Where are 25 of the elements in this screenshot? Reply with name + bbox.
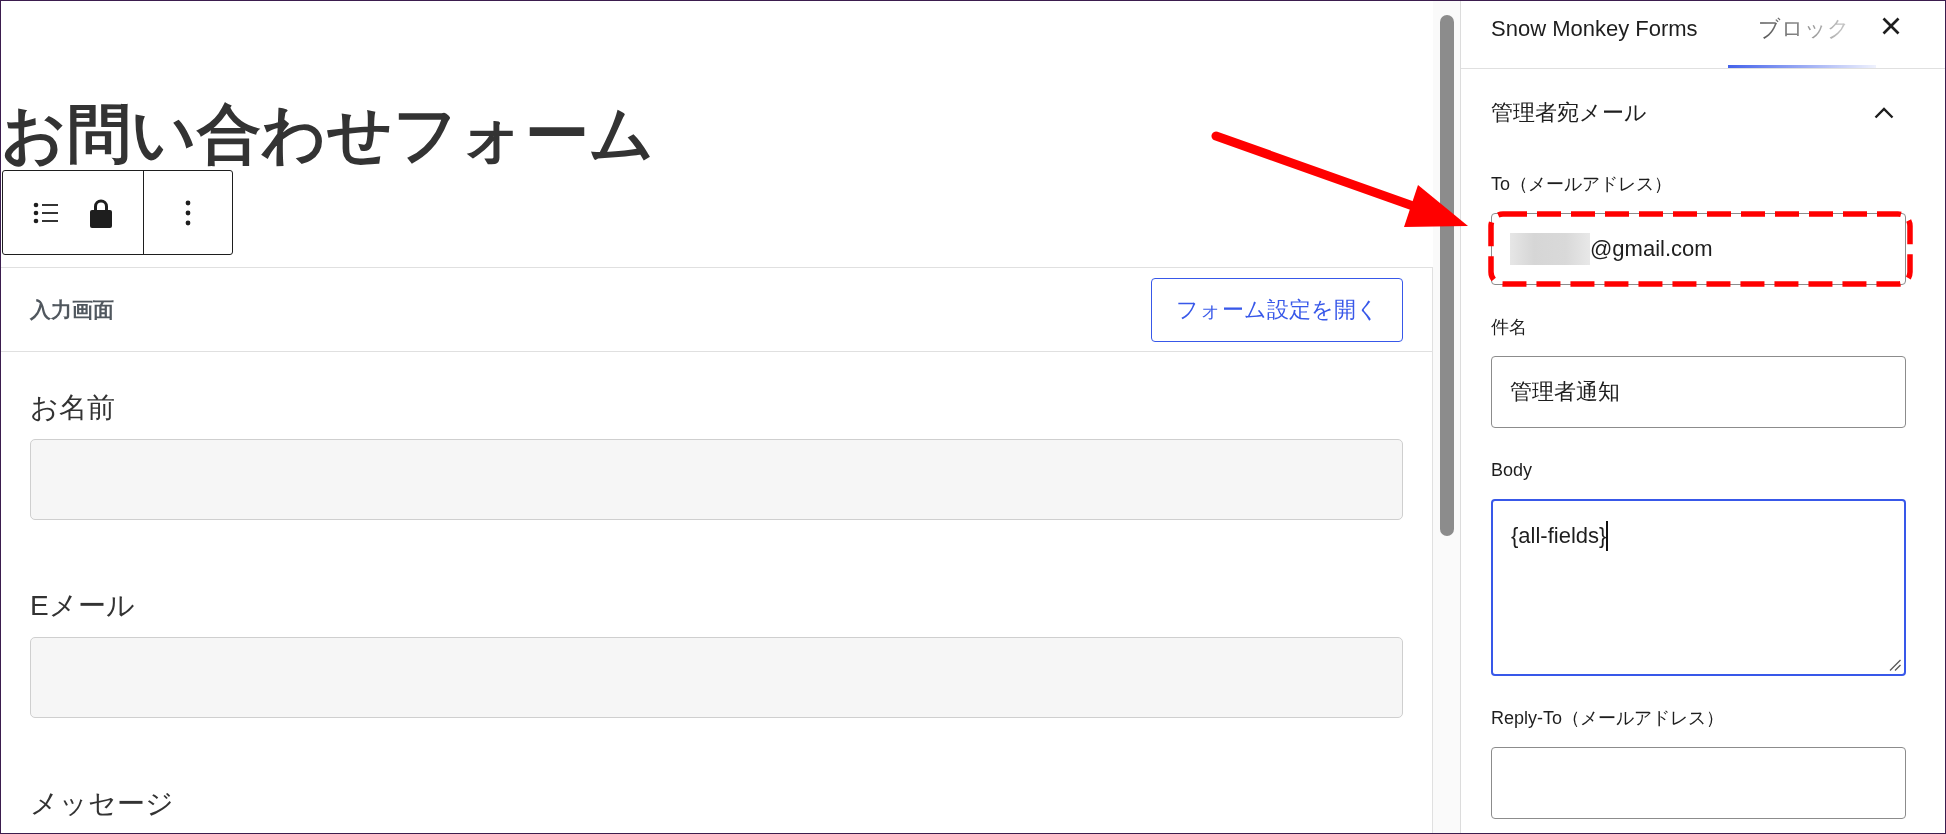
field-label: Body: [1491, 459, 1534, 482]
field-label: 件名: [1491, 316, 1528, 339]
screen-title: 入力画面: [30, 296, 114, 323]
resize-handle-icon[interactable]: [1889, 659, 1901, 671]
close-icon: [1882, 17, 1900, 35]
list-icon: [32, 200, 58, 225]
input-field[interactable]: [30, 637, 1403, 718]
field-label: Eメール: [30, 589, 136, 623]
field-label: To（メールアドレス）: [1491, 173, 1673, 196]
text-cursor: [1606, 521, 1609, 551]
field-label: Reply-To（メールアドレス）: [1491, 707, 1726, 730]
sidebar-tab[interactable]: Snow Monkey Forms: [1461, 1, 1728, 68]
field-label: メッセージ: [30, 787, 175, 821]
field-label: お名前: [30, 391, 116, 425]
input-field[interactable]: 管理者通知: [1491, 356, 1906, 428]
input-field[interactable]: @gmail.com: [1491, 213, 1906, 285]
input-field[interactable]: [1491, 747, 1906, 819]
panel-section-title: 管理者宛メール: [1491, 99, 1647, 127]
form-settings-button[interactable]: フォーム設定を開く: [1151, 277, 1403, 342]
scrollbar-thumb[interactable]: [1440, 15, 1454, 536]
lock-icon: [89, 197, 113, 228]
textarea-field[interactable]: {all-fields}: [1491, 499, 1906, 676]
page-title: お問い合わせフォーム: [1, 101, 655, 167]
input-field[interactable]: [30, 439, 1403, 520]
vertical-dots-icon: [185, 199, 191, 226]
